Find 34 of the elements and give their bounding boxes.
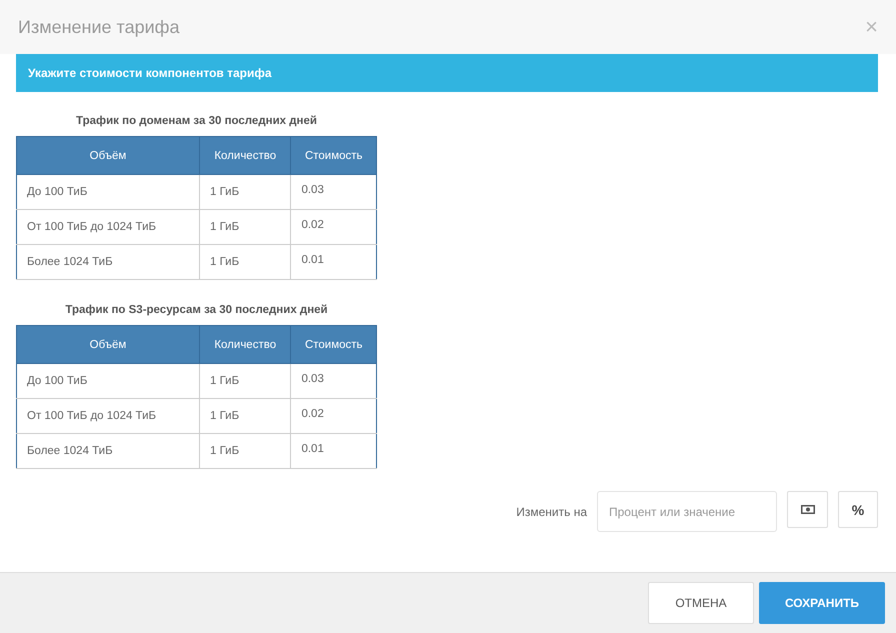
table-cell: До 100 ТиБ: [16, 174, 200, 210]
table-cell: 0.01: [290, 244, 376, 280]
table-caption: Трафик по S3-ресурсам за 30 последних дней: [64, 304, 329, 316]
table-cell: 0.02: [290, 210, 376, 244]
value-field[interactable]: Процент или значение: [597, 491, 777, 532]
change-label: Изменить на: [516, 505, 587, 519]
table-cell: От 100 ТиБ до 1024 ТиБ: [16, 398, 200, 434]
table-cell: 1 ГиБ: [200, 398, 291, 434]
table-cell: 0.01: [290, 434, 376, 468]
table-cell: До 100 ТиБ: [16, 364, 200, 398]
column-header: Количество: [200, 326, 291, 364]
column-header: Стоимость: [290, 326, 376, 364]
percent-button[interactable]: %: [838, 491, 878, 528]
column-header: Объём: [16, 136, 200, 174]
table-caption: Трафик по доменам за 30 последних дней: [75, 115, 318, 127]
table-cell: 1 ГиБ: [200, 174, 291, 210]
info-banner: Укажите стоимости компонентов тарифа: [16, 54, 878, 92]
dialog-title: Изменение тарифа: [18, 16, 180, 38]
table-cell: От 100 ТиБ до 1024 ТиБ: [16, 210, 200, 244]
table-cell: Более 1024 ТиБ: [16, 434, 200, 468]
banknote-icon: [800, 505, 814, 514]
column-header: Стоимость: [290, 136, 376, 174]
table-cell: 0.03: [290, 174, 376, 210]
table-cell: 0.02: [290, 398, 376, 434]
table-cell: 1 ГиБ: [200, 434, 291, 468]
column-header: Количество: [200, 136, 291, 174]
cancel-button[interactable]: ОТМЕНА: [648, 582, 754, 624]
currency-button[interactable]: [787, 491, 828, 528]
table-cell: Более 1024 ТиБ: [16, 244, 200, 280]
table-cell: 0.03: [290, 364, 376, 398]
table-cell: 1 ГиБ: [200, 210, 291, 244]
table-cell: 1 ГиБ: [200, 364, 291, 398]
column-header: Объём: [16, 326, 200, 364]
table-cell: 1 ГиБ: [200, 244, 291, 280]
